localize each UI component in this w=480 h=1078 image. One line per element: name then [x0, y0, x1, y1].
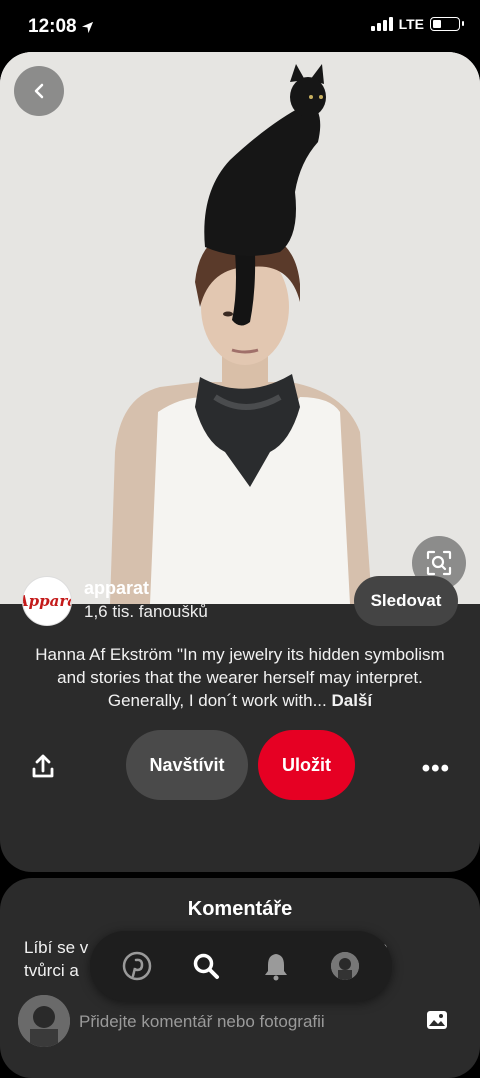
- creator-row: Appara apparat 1,6 tis. fanoušků Sledova…: [22, 576, 458, 628]
- creator-name[interactable]: apparat: [84, 578, 149, 599]
- bell-icon: [264, 954, 287, 981]
- more-link[interactable]: Další: [331, 691, 372, 710]
- tab-search[interactable]: [186, 946, 226, 986]
- share-button[interactable]: [28, 752, 58, 782]
- follow-button[interactable]: Sledovat: [354, 576, 458, 626]
- status-bar: 12:08 LTE: [0, 0, 480, 52]
- share-icon: [32, 754, 54, 778]
- creator-logo: Appara: [23, 592, 71, 610]
- tab-notifications[interactable]: [256, 946, 296, 986]
- pin-description: Hanna Af Ekström "In my jewelry its hidd…: [24, 643, 456, 712]
- comment-input[interactable]: Přidejte komentář nebo fotografii: [79, 1012, 325, 1032]
- tab-profile[interactable]: [325, 946, 365, 986]
- signal-icon: [370, 17, 393, 31]
- creator-followers: 1,6 tis. fanoušků: [84, 602, 208, 621]
- prompt-left: Líbí se v: [24, 938, 89, 957]
- user-avatar: [18, 995, 70, 1047]
- comments-title: Komentáře: [187, 898, 293, 920]
- description-text: Hanna Af Ekström "In my jewelry its hidd…: [35, 645, 445, 710]
- lens-search-icon: [426, 550, 452, 576]
- battery-icon: [430, 17, 464, 31]
- profile-avatar-icon: [331, 952, 360, 980]
- status-indicators: LTE: [370, 16, 464, 32]
- back-button[interactable]: [14, 66, 64, 116]
- search-icon: [194, 953, 220, 979]
- add-photo-button[interactable]: [426, 1010, 448, 1030]
- prompt-line2: tvůrci a: [24, 961, 79, 980]
- action-bar: Navštívit Uložit •••: [0, 730, 480, 800]
- image-icon: [427, 1011, 447, 1029]
- tab-home[interactable]: [117, 946, 157, 986]
- chevron-left-icon: [34, 83, 44, 99]
- location-arrow-icon: [81, 21, 93, 33]
- user-avatar-image: [18, 995, 70, 1047]
- bottom-tab-bar: [90, 931, 392, 1001]
- network-label: LTE: [398, 16, 424, 32]
- pin-image[interactable]: [0, 52, 480, 604]
- pinterest-icon: [122, 951, 151, 981]
- pin-photo-illustration: [0, 52, 480, 604]
- visit-button[interactable]: Navštívit: [126, 730, 248, 800]
- save-button[interactable]: Uložit: [258, 730, 355, 800]
- more-options-button[interactable]: •••: [422, 755, 450, 783]
- creator-avatar[interactable]: Appara: [22, 576, 72, 626]
- status-time: 12:08: [28, 16, 94, 38]
